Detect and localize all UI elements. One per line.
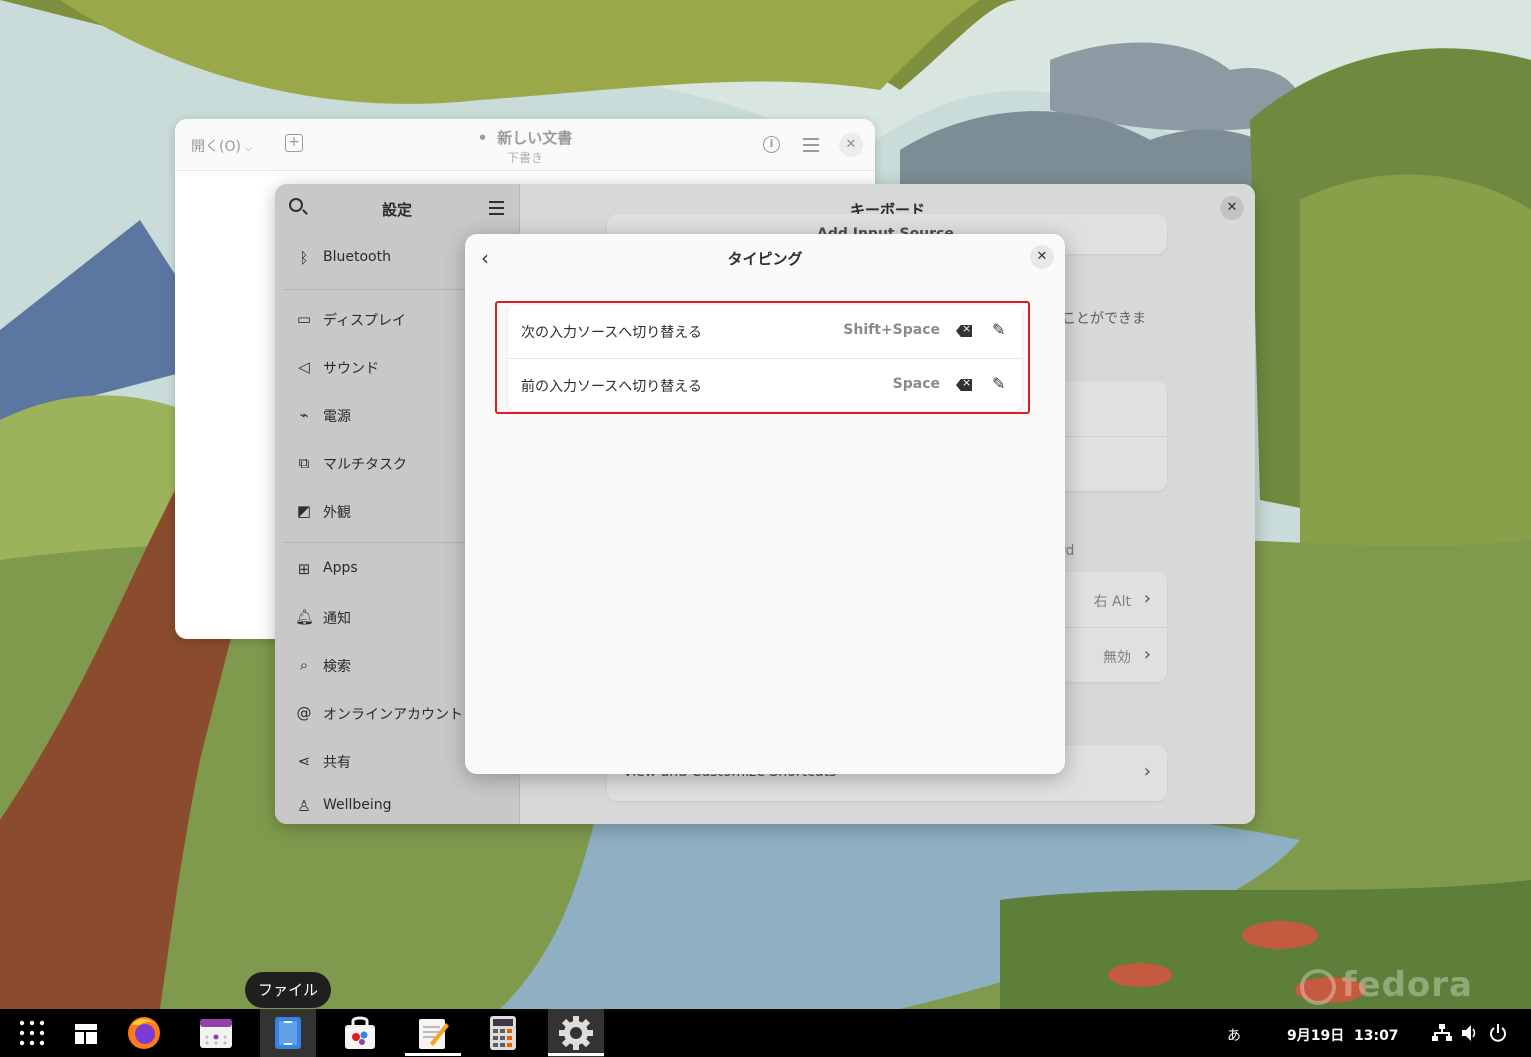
taskbar: あ 9月19日 13:07 [0,1009,1531,1057]
network-wired-icon[interactable] [1432,1024,1452,1042]
clock-date: 9月19日 [1287,1028,1345,1044]
clock[interactable]: 9月19日 13:07 [1287,1025,1399,1045]
close-icon[interactable]: ✕ [839,133,863,157]
running-indicator [405,1053,461,1056]
clock-time: 13:07 [1353,1028,1399,1044]
editor-headerbar: 開く(O) ⌵ + • 新しい文書 下書き i ✕ [175,119,875,171]
unsaved-dot-icon: • [477,129,488,147]
app-grid-icon[interactable] [16,1017,48,1049]
text-editor-icon[interactable] [416,1015,450,1051]
calculator-icon[interactable] [489,1015,517,1051]
power-icon[interactable] [1489,1023,1507,1043]
firefox-icon[interactable] [126,1015,162,1051]
files-icon[interactable] [273,1015,303,1051]
input-method-indicator[interactable]: あ [1227,1025,1241,1045]
volume-icon[interactable] [1461,1024,1479,1042]
highlight-box [495,301,1030,414]
running-indicator [548,1053,604,1056]
document-title-text: 新しい文書 [497,129,573,147]
calendar-icon[interactable] [199,1017,233,1049]
typing-dialog: ‹ タイピング ✕ 次の入力ソースへ切り替える Shift+Space ✎ 前の… [465,234,1065,774]
fedora-logo-icon [1299,968,1336,1005]
info-icon[interactable]: i [763,136,780,153]
dialog-title: タイピング [727,250,803,268]
fedora-wordmark: fedora [1341,965,1473,1005]
settings-icon[interactable] [558,1015,594,1051]
software-icon[interactable] [342,1015,378,1051]
files-tooltip: ファイル [245,972,331,1008]
hamburger-menu-icon[interactable] [803,138,819,156]
close-icon[interactable]: ✕ [1030,245,1054,269]
fedora-watermark: fedora [1299,965,1473,1005]
workspace-icon[interactable] [74,1023,98,1045]
